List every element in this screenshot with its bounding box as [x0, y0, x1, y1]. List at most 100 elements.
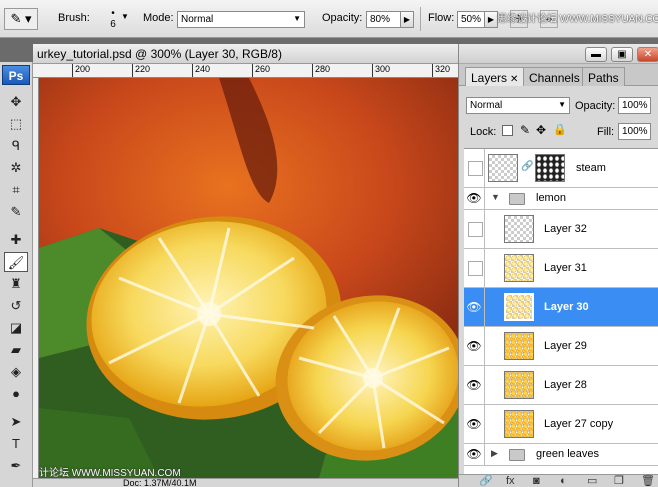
tab-layers[interactable]: Layers ✕: [465, 67, 525, 86]
chevron-down-icon: ▼: [293, 14, 301, 23]
adjustment-icon[interactable]: ◐: [560, 475, 567, 487]
lock-transparency-icon[interactable]: [502, 125, 513, 136]
panel-footer: 🔗 fx ◙ ◐ ▭ ❐ 🗑: [459, 474, 658, 487]
layer-row[interactable]: 👁 Layer 28: [464, 366, 658, 405]
link-icon[interactable]: 🔗: [479, 475, 493, 487]
trash-icon[interactable]: 🗑: [641, 475, 655, 487]
tab-layers-label: Layers: [471, 71, 508, 85]
path-selection-tool-icon[interactable]: ➤: [4, 412, 28, 432]
triangle-right-icon[interactable]: ▶: [491, 448, 498, 459]
layer-opacity-input[interactable]: 100%: [618, 97, 651, 114]
flow-slider-button[interactable]: ▶: [484, 11, 498, 28]
layer-mask-thumbnail[interactable]: [535, 154, 565, 182]
close-icon[interactable]: ✕: [637, 47, 658, 62]
brush-tool-icon[interactable]: 🖌: [4, 252, 28, 272]
mode-select[interactable]: Normal ▼: [177, 11, 305, 28]
marquee-tool-icon[interactable]: ⬚: [4, 114, 28, 134]
history-brush-tool-icon[interactable]: ↺: [4, 296, 28, 316]
eye-icon[interactable]: 👁: [464, 288, 485, 326]
layer-thumbnail[interactable]: [504, 215, 534, 243]
visibility-toggle[interactable]: [464, 210, 485, 248]
canvas-artwork: [39, 78, 458, 478]
fill-value: 100%: [622, 126, 648, 137]
magic-wand-tool-icon[interactable]: ✲: [4, 158, 28, 178]
eraser-tool-icon[interactable]: ◪: [4, 318, 28, 338]
visibility-toggle[interactable]: [464, 249, 485, 287]
chevron-down-icon: ▼: [558, 100, 566, 109]
pen-tool-icon[interactable]: ✒: [4, 456, 28, 476]
layer-row[interactable]: Layer 32: [464, 210, 658, 249]
eye-icon[interactable]: 👁: [464, 188, 485, 209]
layers-panel: ▬ ▣ ✕ Layers ✕ Channels Paths Normal ▼ Op…: [458, 44, 658, 487]
doc-size-status: Doc: 1.37M/40.1M: [123, 478, 197, 487]
minimize-icon[interactable]: ▬: [585, 47, 607, 62]
new-group-icon[interactable]: ▭: [587, 475, 597, 487]
new-layer-icon[interactable]: ❐: [614, 475, 624, 487]
eye-icon[interactable]: 👁: [464, 366, 485, 404]
brush-preset-icon[interactable]: ✎ ▾: [4, 8, 38, 30]
fill-label: Fill:: [597, 126, 615, 138]
document-canvas[interactable]: 思缘设计论坛 WWW.MISSYUAN.COM: [39, 78, 458, 478]
slice-tool-icon[interactable]: ✎: [4, 202, 28, 222]
flow-input[interactable]: 50%: [457, 11, 485, 28]
document-tab[interactable]: urkey_tutorial.psd @ 300% (Layer 30, RGB…: [33, 44, 458, 64]
lasso-tool-icon[interactable]: ᑫ: [4, 136, 28, 156]
fill-input[interactable]: 100%: [618, 123, 651, 140]
healing-brush-tool-icon[interactable]: ✚: [4, 230, 28, 250]
layer-row[interactable]: 👁 Layer 30: [464, 288, 658, 327]
layer-row[interactable]: 🔗 steam: [464, 149, 658, 188]
layer-row[interactable]: Layer 31: [464, 249, 658, 288]
dodge-tool-icon[interactable]: ●: [4, 384, 28, 404]
type-tool-icon[interactable]: T: [4, 434, 28, 454]
ruler-tick: 300: [371, 64, 391, 77]
mask-icon[interactable]: ◙: [533, 475, 540, 487]
layer-thumbnail[interactable]: [504, 293, 534, 321]
layer-group-row[interactable]: 👁 ▼ lemon: [464, 188, 658, 210]
visibility-toggle[interactable]: [464, 149, 485, 187]
gradient-tool-icon[interactable]: ▰: [4, 340, 28, 360]
blur-tool-icon[interactable]: ◈: [4, 362, 28, 382]
layer-group-row[interactable]: 👁 ▶ green leaves: [464, 444, 658, 466]
horizontal-ruler: 200 220 240 260 280 300 320: [33, 64, 458, 78]
ruler-tick: 320: [431, 64, 451, 77]
lock-row: Lock: ✎ ✥ 🔒 Fill: 100%: [459, 123, 658, 143]
fx-icon[interactable]: fx: [506, 475, 515, 487]
lock-pixels-icon[interactable]: ✎: [520, 123, 530, 137]
layer-name: Layer 29: [544, 340, 587, 352]
tab-paths[interactable]: Paths: [582, 67, 625, 86]
layer-thumbnail[interactable]: [504, 410, 534, 438]
mode-label: Mode:: [143, 12, 174, 24]
ruler-tick: 280: [311, 64, 331, 77]
link-icon[interactable]: 🔗: [521, 161, 533, 172]
brush-dropdown-icon[interactable]: ▼: [121, 12, 129, 21]
maximize-icon[interactable]: ▣: [611, 47, 633, 62]
ruler-tick: 220: [131, 64, 151, 77]
lock-position-icon[interactable]: ✥: [536, 123, 546, 137]
triangle-down-icon[interactable]: ▼: [491, 192, 500, 202]
tab-channels-label: Channels: [529, 71, 580, 85]
layer-row[interactable]: 👁 Layer 29: [464, 327, 658, 366]
layer-thumbnail[interactable]: [504, 254, 534, 282]
layer-thumbnail[interactable]: [504, 371, 534, 399]
eye-icon[interactable]: 👁: [464, 327, 485, 365]
layer-thumbnail[interactable]: [488, 154, 518, 182]
blend-mode-select[interactable]: Normal ▼: [466, 97, 570, 114]
tab-channels[interactable]: Channels: [523, 67, 586, 86]
eye-icon[interactable]: 👁: [464, 444, 485, 465]
folder-icon: [509, 193, 525, 205]
tools-panel: Ps ✥ ⬚ ᑫ ✲ ⌗ ✎ ✚ 🖌 ♜ ↺ ◪ ▰ ◈ ● ➤ T ✒: [0, 62, 33, 487]
move-tool-icon[interactable]: ✥: [4, 92, 28, 112]
layer-thumbnail[interactable]: [504, 332, 534, 360]
airbrush-icon[interactable]: [420, 7, 421, 31]
layer-row[interactable]: 👁 Layer 27 copy: [464, 405, 658, 444]
opacity-slider-button[interactable]: ▶: [400, 11, 414, 28]
crop-tool-icon[interactable]: ⌗: [4, 180, 28, 200]
clone-stamp-tool-icon[interactable]: ♜: [4, 274, 28, 294]
eye-icon[interactable]: 👁: [464, 405, 485, 443]
folder-icon: [509, 449, 525, 461]
lock-all-icon[interactable]: 🔒: [553, 123, 567, 136]
opacity-input[interactable]: 80%: [366, 11, 401, 28]
brush-size-value: 6: [110, 19, 116, 30]
tab-close-icon[interactable]: ✕: [510, 74, 518, 85]
layer-name: Layer 32: [544, 223, 587, 235]
